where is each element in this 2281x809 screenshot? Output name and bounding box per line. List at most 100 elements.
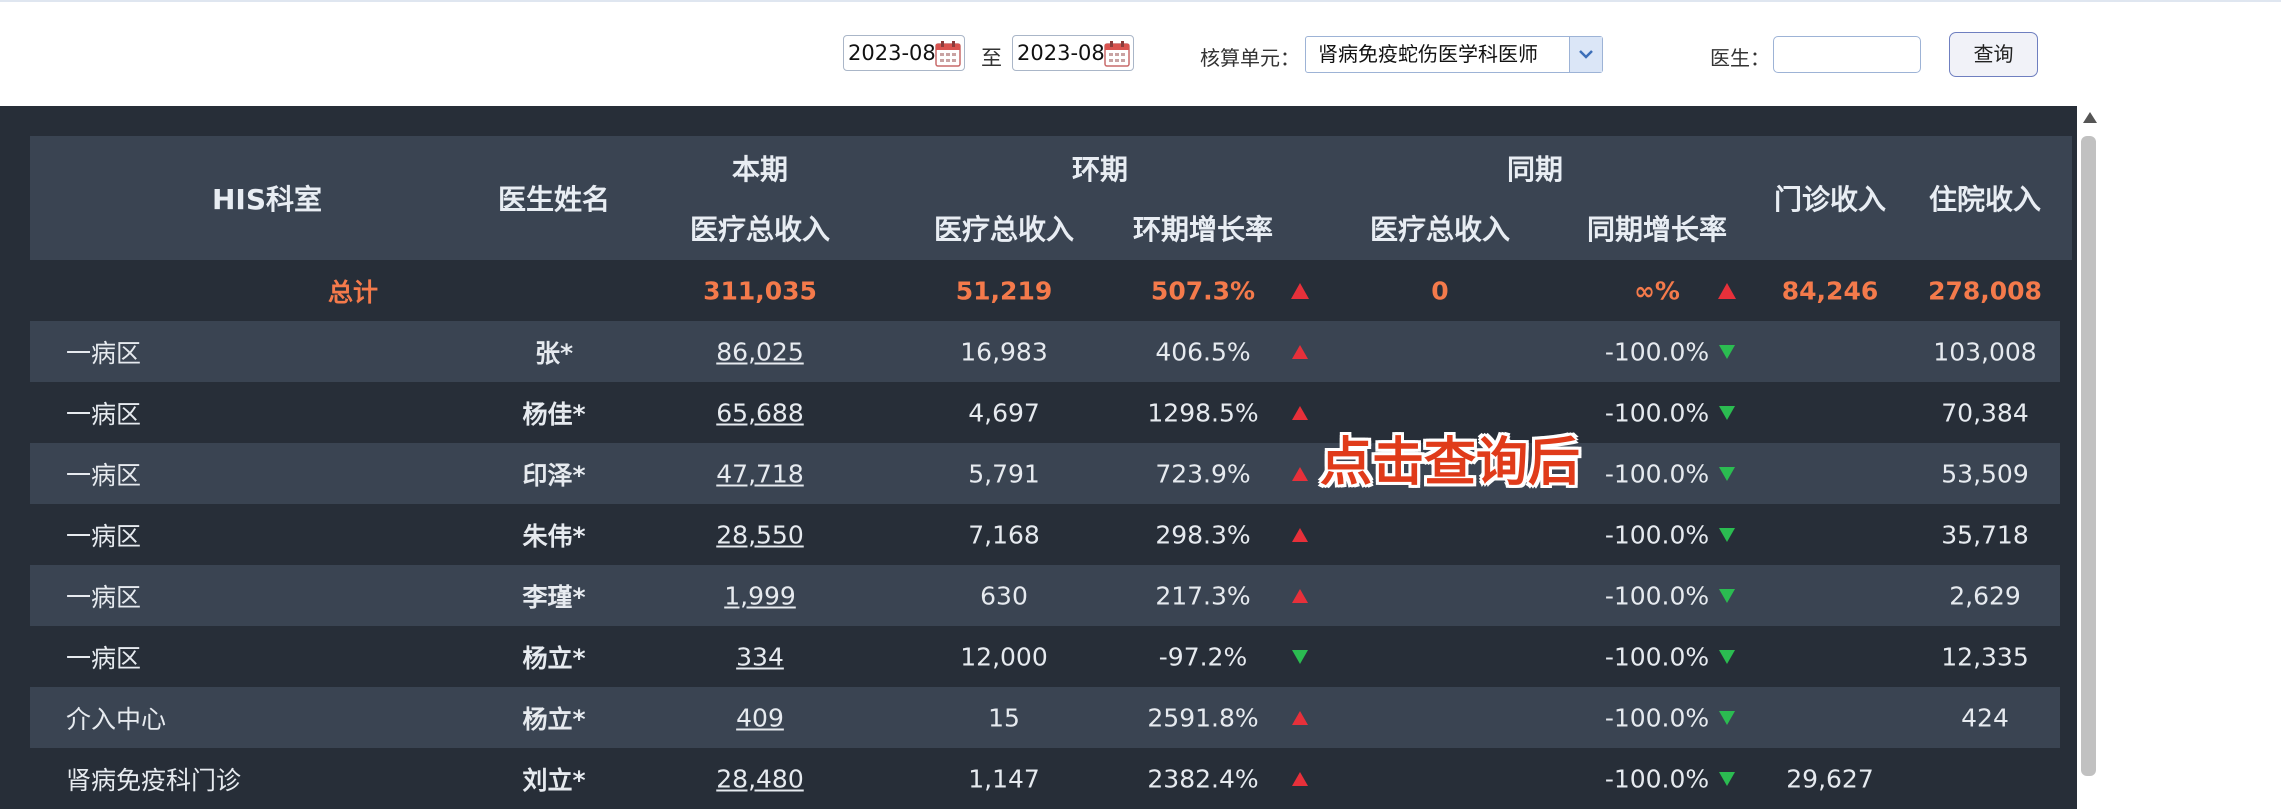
mom-growth-cell: 2382.4% — [1147, 764, 1259, 793]
doctor-cell: 印泽* — [522, 460, 586, 490]
header-inpatient-income: 住院收入 — [1928, 183, 2042, 216]
total-inpatient-income: 278,008 — [1928, 276, 2042, 305]
doctor-input[interactable] — [1773, 36, 1921, 73]
income-detail-link[interactable]: 1,999 — [724, 581, 796, 610]
triangle-down-icon — [1719, 771, 1735, 786]
doctor-cell: 杨立* — [522, 704, 586, 734]
total-yoy-growth: ∞% — [1634, 276, 1680, 305]
triangle-up-icon — [1292, 710, 1308, 725]
scroll-up-arrow-icon[interactable] — [2083, 112, 2097, 123]
query-toolbar: 2023-08 至 2023-08 核算单元： 肾病免疫蛇伤医学科医师 医生： — [0, 2, 2281, 106]
start-date-input[interactable]: 2023-08 — [843, 35, 965, 71]
header-his-dept: HIS科室 — [211, 183, 323, 216]
accounting-unit-value: 肾病免疫蛇伤医学科医师 — [1318, 42, 1538, 66]
doctor-cell: 张* — [534, 338, 574, 368]
scroll-thumb[interactable] — [2081, 136, 2096, 776]
doctor-cell: 杨立* — [522, 643, 586, 673]
accounting-unit-label: 核算单元： — [1200, 46, 1300, 70]
total-yoy-income: 0 — [1431, 276, 1449, 305]
calendar-icon[interactable] — [1104, 41, 1130, 67]
inpatient-income-cell: 53,509 — [1941, 459, 2029, 488]
query-button[interactable]: 查询 — [1949, 32, 2038, 77]
header-yoy-growth: 同期增长率 — [1586, 213, 1728, 246]
mom-growth-cell: 1298.5% — [1147, 398, 1259, 427]
dropdown-button[interactable] — [1569, 37, 1602, 72]
mom-income-cell: 1,147 — [968, 764, 1040, 793]
total-outpatient-income: 84,246 — [1781, 276, 1879, 305]
mom-income-cell: 5,791 — [968, 459, 1040, 488]
income-detail-link[interactable]: 28,480 — [716, 764, 803, 793]
dept-cell: 肾病免疫科门诊 — [66, 765, 242, 795]
triangle-down-icon — [1719, 466, 1735, 481]
yoy-growth-cell: -100.0% — [1604, 459, 1710, 488]
triangle-down-icon — [1292, 649, 1308, 664]
dept-cell: 一病区 — [66, 338, 142, 368]
dept-cell: 一病区 — [66, 582, 142, 612]
income-detail-link[interactable]: 47,718 — [716, 459, 803, 488]
header-mom-period: 环期 — [1071, 153, 1129, 186]
table-row: 介入中心 杨立* 409 15 2591.8% -100.0% 424 — [30, 687, 2060, 748]
mom-income-cell: 15 — [988, 703, 1020, 732]
dept-cell: 一病区 — [66, 521, 142, 551]
accounting-unit-select[interactable]: 肾病免疫蛇伤医学科医师 — [1305, 36, 1603, 73]
date-range-separator: 至 — [981, 46, 1002, 70]
income-detail-link[interactable]: 65,688 — [716, 398, 803, 427]
total-mom-growth: 507.3% — [1150, 276, 1256, 305]
calendar-icon[interactable] — [935, 41, 961, 67]
triangle-down-icon — [1719, 344, 1735, 359]
table-row: 一病区 印泽* 47,718 5,791 723.9% -100.0% 53,509 — [30, 443, 2060, 504]
end-date-input[interactable]: 2023-08 — [1012, 35, 1134, 71]
header-mom-total-income: 医疗总收入 — [933, 213, 1075, 246]
vertical-scrollbar[interactable] — [2077, 106, 2102, 809]
table-header: HIS科室 医生姓名 本期 环期 同期 医疗总收入 医疗总收入 环期增长率 医疗… — [30, 136, 2072, 260]
yoy-growth-cell: -100.0% — [1604, 642, 1710, 671]
dept-cell: 一病区 — [66, 460, 142, 490]
doctor-cell: 刘立* — [522, 765, 586, 795]
income-detail-link[interactable]: 409 — [736, 703, 784, 732]
mom-income-cell: 16,983 — [960, 337, 1048, 366]
triangle-up-icon — [1292, 527, 1308, 542]
dept-cell: 一病区 — [66, 399, 142, 429]
triangle-down-icon — [1719, 649, 1735, 664]
total-mom-income: 51,219 — [955, 276, 1053, 305]
mom-growth-cell: 217.3% — [1155, 581, 1251, 610]
yoy-growth-cell: -100.0% — [1604, 520, 1710, 549]
triangle-down-icon — [1719, 405, 1735, 420]
mom-income-cell: 4,697 — [968, 398, 1040, 427]
table-row-total: 总计 311,035 51,219 507.3% 0 ∞% 84,246 278,008 — [30, 260, 2060, 321]
yoy-growth-cell: -100.0% — [1604, 398, 1710, 427]
header-yoy-total-income: 医疗总收入 — [1369, 213, 1511, 246]
mom-growth-cell: -97.2% — [1158, 642, 1248, 671]
annotation-overlay: 点击查询后 — [1320, 433, 1581, 493]
triangle-up-icon — [1292, 771, 1308, 786]
table-row: 肾病免疫科门诊 刘立* 28,480 1,147 2382.4% -100.0% 29,62… — [30, 748, 2060, 809]
page-margin — [2102, 106, 2281, 809]
doctor-cell: 杨佳* — [522, 399, 586, 429]
inpatient-income-cell: 424 — [1961, 703, 2009, 732]
income-detail-link[interactable]: 86,025 — [716, 337, 803, 366]
total-current-income: 311,035 — [703, 276, 817, 305]
yoy-growth-cell: -100.0% — [1604, 764, 1710, 793]
dept-cell: 一病区 — [66, 643, 142, 673]
mom-income-cell: 7,168 — [968, 520, 1040, 549]
triangle-up-icon — [1292, 344, 1308, 359]
table-row: 一病区 杨立* 334 12,000 -97.2% -100.0% 12,335 — [30, 626, 2060, 687]
doctor-cell: 李瑾* — [522, 582, 586, 612]
income-detail-link[interactable]: 28,550 — [716, 520, 803, 549]
yoy-growth-cell: -100.0% — [1604, 703, 1710, 732]
header-doctor-name: 医生姓名 — [497, 183, 611, 216]
header-mom-growth: 环期增长率 — [1132, 213, 1274, 246]
inpatient-income-cell: 103,008 — [1933, 337, 2037, 366]
table-row: 一病区 李瑾* 1,999 630 217.3% -100.0% 2,629 — [30, 565, 2060, 626]
chevron-down-icon — [1579, 50, 1593, 59]
triangle-down-icon — [1719, 527, 1735, 542]
mom-growth-cell: 2591.8% — [1147, 703, 1259, 732]
table-row: 一病区 朱伟* 28,550 7,168 298.3% -100.0% 35,718 — [30, 504, 2060, 565]
yoy-growth-cell: -100.0% — [1604, 337, 1710, 366]
inpatient-income-cell: 70,384 — [1941, 398, 2029, 427]
triangle-up-icon — [1291, 282, 1309, 299]
income-detail-link[interactable]: 334 — [736, 642, 784, 671]
triangle-down-icon — [1719, 710, 1735, 725]
header-outpatient-income: 门诊收入 — [1773, 183, 1887, 216]
total-label: 总计 — [327, 277, 379, 307]
